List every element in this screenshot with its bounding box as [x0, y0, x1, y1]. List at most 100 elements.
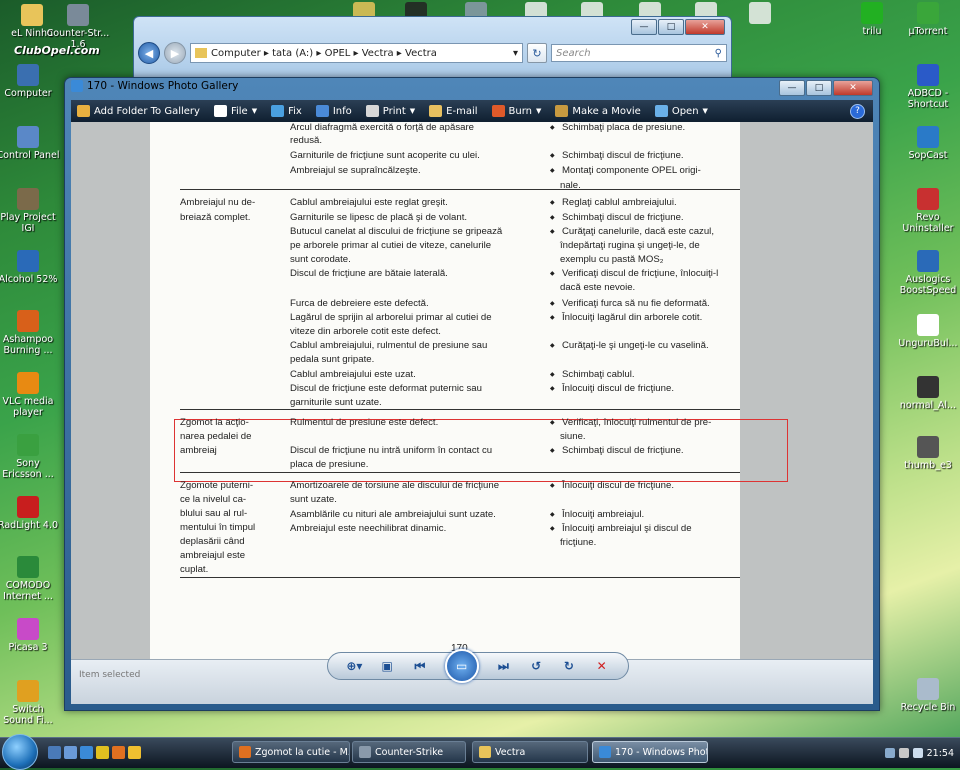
- toolbar-print-button[interactable]: Print ▼: [365, 105, 415, 117]
- ie-icon[interactable]: [80, 746, 93, 759]
- desktop-icon-thumb-e3[interactable]: thumb_e3: [896, 436, 960, 471]
- desktop-icon-normal-al[interactable]: normal_Al...: [896, 376, 960, 411]
- volume-icon[interactable]: [912, 748, 923, 758]
- dropdown-arrow-icon[interactable]: ▾: [513, 48, 522, 59]
- toolbar-info-button[interactable]: Info: [315, 105, 352, 117]
- desktop-icon-computer[interactable]: Computer: [0, 64, 60, 99]
- help-icon[interactable]: ?: [850, 103, 865, 119]
- actual-size-icon[interactable]: ▣: [379, 658, 395, 674]
- forward-button[interactable]: ▶: [164, 42, 186, 64]
- desktop-icon-utorrent[interactable]: µTorrent: [896, 2, 960, 37]
- document-text-line: Schimbaţi cablul.: [550, 369, 634, 381]
- switch-windows-icon[interactable]: [64, 746, 77, 759]
- toolbar-label: Open: [671, 105, 699, 117]
- taskbar-button[interactable]: Vectra: [472, 741, 588, 763]
- show-desktop-icon[interactable]: [48, 746, 61, 759]
- toolbar-e-mail-button[interactable]: E-mail: [429, 105, 478, 117]
- photo-gallery-window[interactable]: 170 - Windows Photo Gallery — □ ✕ Add Fo…: [64, 77, 880, 711]
- toolbar-fix-button[interactable]: Fix: [271, 105, 302, 117]
- taskbar-button[interactable]: Counter-Strike: [352, 741, 466, 763]
- document-text-line: redusă.: [290, 135, 322, 146]
- desktop-icon-radlight[interactable]: RadLight 4.0: [0, 496, 60, 531]
- toolbar-file-button[interactable]: File ▼: [213, 105, 258, 117]
- refresh-icon[interactable]: ↻: [527, 43, 547, 63]
- network-icon[interactable]: [884, 748, 895, 758]
- taskbar-button[interactable]: Zgomot la cutie - M...: [232, 741, 350, 763]
- rotate-right-icon[interactable]: ↻: [561, 658, 577, 674]
- rotate-left-icon[interactable]: ↺: [528, 658, 544, 674]
- desktop-icon-recycle-bin[interactable]: Recycle Bin: [896, 678, 960, 713]
- slideshow-button[interactable]: ▭: [444, 649, 479, 683]
- document-text-line: Garniturile de fricţiune sunt acoperite …: [290, 150, 480, 161]
- toolbar-make-a-movie-button[interactable]: Make a Movie: [555, 105, 641, 117]
- document-text-line: Înlocuiţi discul de fricţiune.: [550, 480, 674, 492]
- document-text-line: Reglaţi cablul ambreiajului.: [550, 197, 677, 209]
- security-icon[interactable]: [898, 748, 909, 758]
- document-text-line: Cablul ambreiajului este reglat greşit.: [290, 197, 448, 208]
- desktop-icon-play-project-igi[interactable]: Play Project IGI: [0, 188, 60, 234]
- desktop-icon-ungurubul[interactable]: UnguruBul...: [896, 314, 960, 349]
- desktop-icon-picasa[interactable]: Picasa 3: [0, 618, 60, 653]
- document-text-line: sunt uzate.: [290, 494, 337, 505]
- toolbar-label: File: [230, 105, 248, 117]
- desktop-icon-label: COMODO Internet ...: [3, 580, 53, 602]
- zoom-icon[interactable]: ⊕▾: [346, 658, 362, 674]
- image-file-icon: [917, 376, 939, 398]
- close-button[interactable]: ✕: [685, 19, 725, 35]
- photo-viewer[interactable]: Arcul diafragmă exercită o forţă de apăs…: [71, 122, 873, 660]
- desktop-icon-control-panel[interactable]: Control Panel: [0, 126, 60, 161]
- minimize-button[interactable]: —: [779, 80, 805, 96]
- clock[interactable]: 21:54: [927, 748, 954, 759]
- desktop-icon-top[interactable]: [728, 2, 792, 26]
- breadcrumb[interactable]: Computer ▸ tata (A:) ▸ OPEL ▸ Vectra ▸ V…: [211, 48, 437, 59]
- toolbar-label: Burn: [508, 105, 532, 117]
- desktop-icon-revo[interactable]: Revo Uninstaller: [896, 188, 960, 234]
- next-icon[interactable]: ⏭: [495, 658, 511, 674]
- minimize-button[interactable]: —: [631, 19, 657, 35]
- desktop-icon-adbcd[interactable]: ADBCD - Shortcut: [896, 64, 960, 110]
- desktop-icon-label: ADBCD - Shortcut: [907, 88, 949, 110]
- smiley-icon[interactable]: [128, 746, 141, 759]
- desktop-icon-sopcast[interactable]: SopCast: [896, 126, 960, 161]
- desktop-icon-switch[interactable]: Switch Sound Fi...: [0, 680, 60, 726]
- desktop-icon-vlc[interactable]: VLC media player: [0, 372, 60, 418]
- search-input[interactable]: Search ⚲: [551, 44, 727, 62]
- search-icon[interactable]: ⚲: [715, 48, 722, 59]
- close-button[interactable]: ✕: [833, 80, 873, 96]
- maximize-button[interactable]: □: [658, 19, 684, 35]
- taskbar-button[interactable]: 170 - Windows Phot...: [592, 741, 708, 763]
- folder-icon: [195, 48, 207, 58]
- back-button[interactable]: ◀: [138, 42, 160, 64]
- document-text-line: Discul de fricţiune are bătaie laterală.: [290, 268, 448, 279]
- maximize-button[interactable]: □: [806, 80, 832, 96]
- previous-icon[interactable]: ⏮: [412, 658, 428, 674]
- firefox-icon[interactable]: [112, 746, 125, 759]
- bolt-icon[interactable]: [96, 746, 109, 759]
- document-text-line: Schimbaţi placa de presiune.: [550, 122, 685, 134]
- burn-icon: [491, 105, 505, 117]
- desktop-icon-comodo[interactable]: COMODO Internet ...: [0, 556, 60, 602]
- desktop-icon-label: Revo Uninstaller: [902, 212, 954, 234]
- desktop-icon-label: normal_Al...: [899, 400, 957, 411]
- desktop-icon-alcohol[interactable]: Alcohol 52%: [0, 250, 60, 285]
- delete-icon[interactable]: ✕: [594, 658, 610, 674]
- desktop-icon-label: µTorrent: [908, 26, 948, 37]
- document-text-line: Verificaţi discul de fricţiune, înlocuiţ…: [550, 268, 718, 280]
- desktop-icon-sony-ericsson[interactable]: Sony Ericsson ...: [0, 434, 60, 480]
- document-text-line: Asamblările cu nituri ale ambreiajului s…: [290, 509, 496, 520]
- desktop-icon-ashampoo[interactable]: Ashampoo Burning ...: [0, 310, 60, 356]
- boost-icon: [917, 250, 939, 272]
- table-rule: [180, 409, 740, 410]
- window-title-text: 170 - Windows Photo Gallery: [87, 80, 239, 92]
- toolbar-open-button[interactable]: Open ▼: [654, 105, 708, 117]
- scanned-page: Arcul diafragmă exercită o forţă de apăs…: [150, 122, 788, 660]
- start-button[interactable]: [2, 734, 38, 770]
- document-text-line: ambreiajul este: [180, 550, 246, 561]
- desktop-icon-trilu[interactable]: trilu: [840, 2, 904, 37]
- address-bar[interactable]: Computer ▸ tata (A:) ▸ OPEL ▸ Vectra ▸ V…: [190, 43, 523, 63]
- toolbar-add-folder-to-gallery-button[interactable]: Add Folder To Gallery: [77, 105, 200, 117]
- toolbar-burn-button[interactable]: Burn ▼: [491, 105, 541, 117]
- desktop-icon-auslogics[interactable]: Auslogics BoostSpeed: [896, 250, 960, 296]
- dropdown-arrow-icon: ▼: [251, 107, 258, 115]
- desktop-icon-label: VLC media player: [2, 396, 54, 418]
